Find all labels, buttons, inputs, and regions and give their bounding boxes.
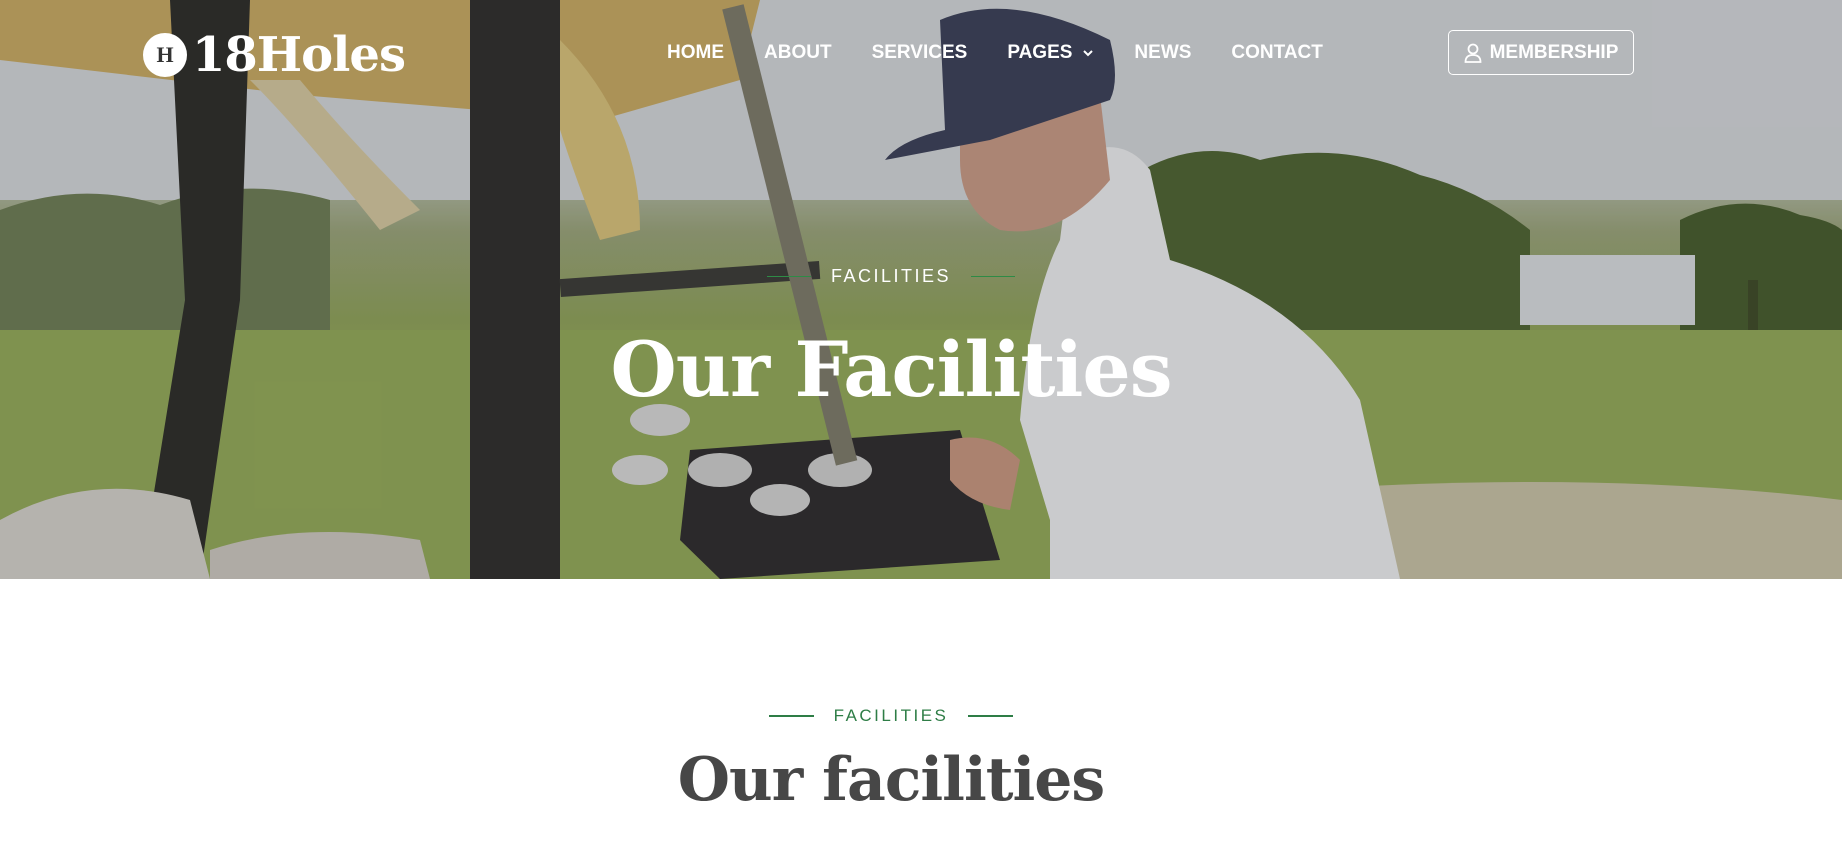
membership-label: MEMBERSHIP (1489, 41, 1619, 63)
nav-label: SERVICES (871, 42, 968, 63)
nav-item-contact[interactable]: CONTACT (1231, 40, 1322, 66)
divider-line (768, 715, 814, 717)
hero-eyebrow: FACILITIES (0, 266, 1782, 287)
nav-label: ABOUT (764, 42, 832, 63)
logo-text: 18Holes (192, 27, 406, 83)
section-eyebrow: FACILITIES (0, 706, 1782, 726)
section-title: Our facilities (677, 745, 1105, 815)
section-eyebrow-text: FACILITIES (833, 706, 949, 725)
divider-line (968, 715, 1014, 717)
nav-item-home[interactable]: HOME (667, 40, 724, 66)
nav-item-news[interactable]: NEWS (1134, 40, 1191, 66)
divider-line (971, 275, 1016, 278)
hero-title: Our Facilities (610, 325, 1172, 414)
nav-item-pages[interactable]: PAGES (1007, 40, 1094, 66)
nav-label: PAGES (1007, 42, 1073, 63)
membership-button[interactable]: MEMBERSHIP (1448, 30, 1634, 75)
nav-label: HOME (667, 42, 724, 63)
hero-overlay (0, 0, 1842, 579)
user-icon (1464, 43, 1481, 63)
site-logo[interactable]: H 18Holes (143, 27, 406, 83)
nav-item-about[interactable]: ABOUT (764, 40, 832, 66)
logo-badge-icon: H (143, 33, 187, 77)
hero-eyebrow-text: FACILITIES (830, 266, 952, 286)
divider-line (766, 275, 811, 278)
nav-label: CONTACT (1231, 42, 1323, 63)
nav-item-services[interactable]: SERVICES (872, 40, 968, 66)
nav-label: NEWS (1134, 42, 1192, 63)
hero-banner: H 18Holes HOME ABOUT SERVICES PAGES NEWS… (0, 0, 1842, 579)
main-nav: HOME ABOUT SERVICES PAGES NEWS CONTACT (667, 40, 1323, 66)
chevron-down-icon (1083, 50, 1094, 57)
